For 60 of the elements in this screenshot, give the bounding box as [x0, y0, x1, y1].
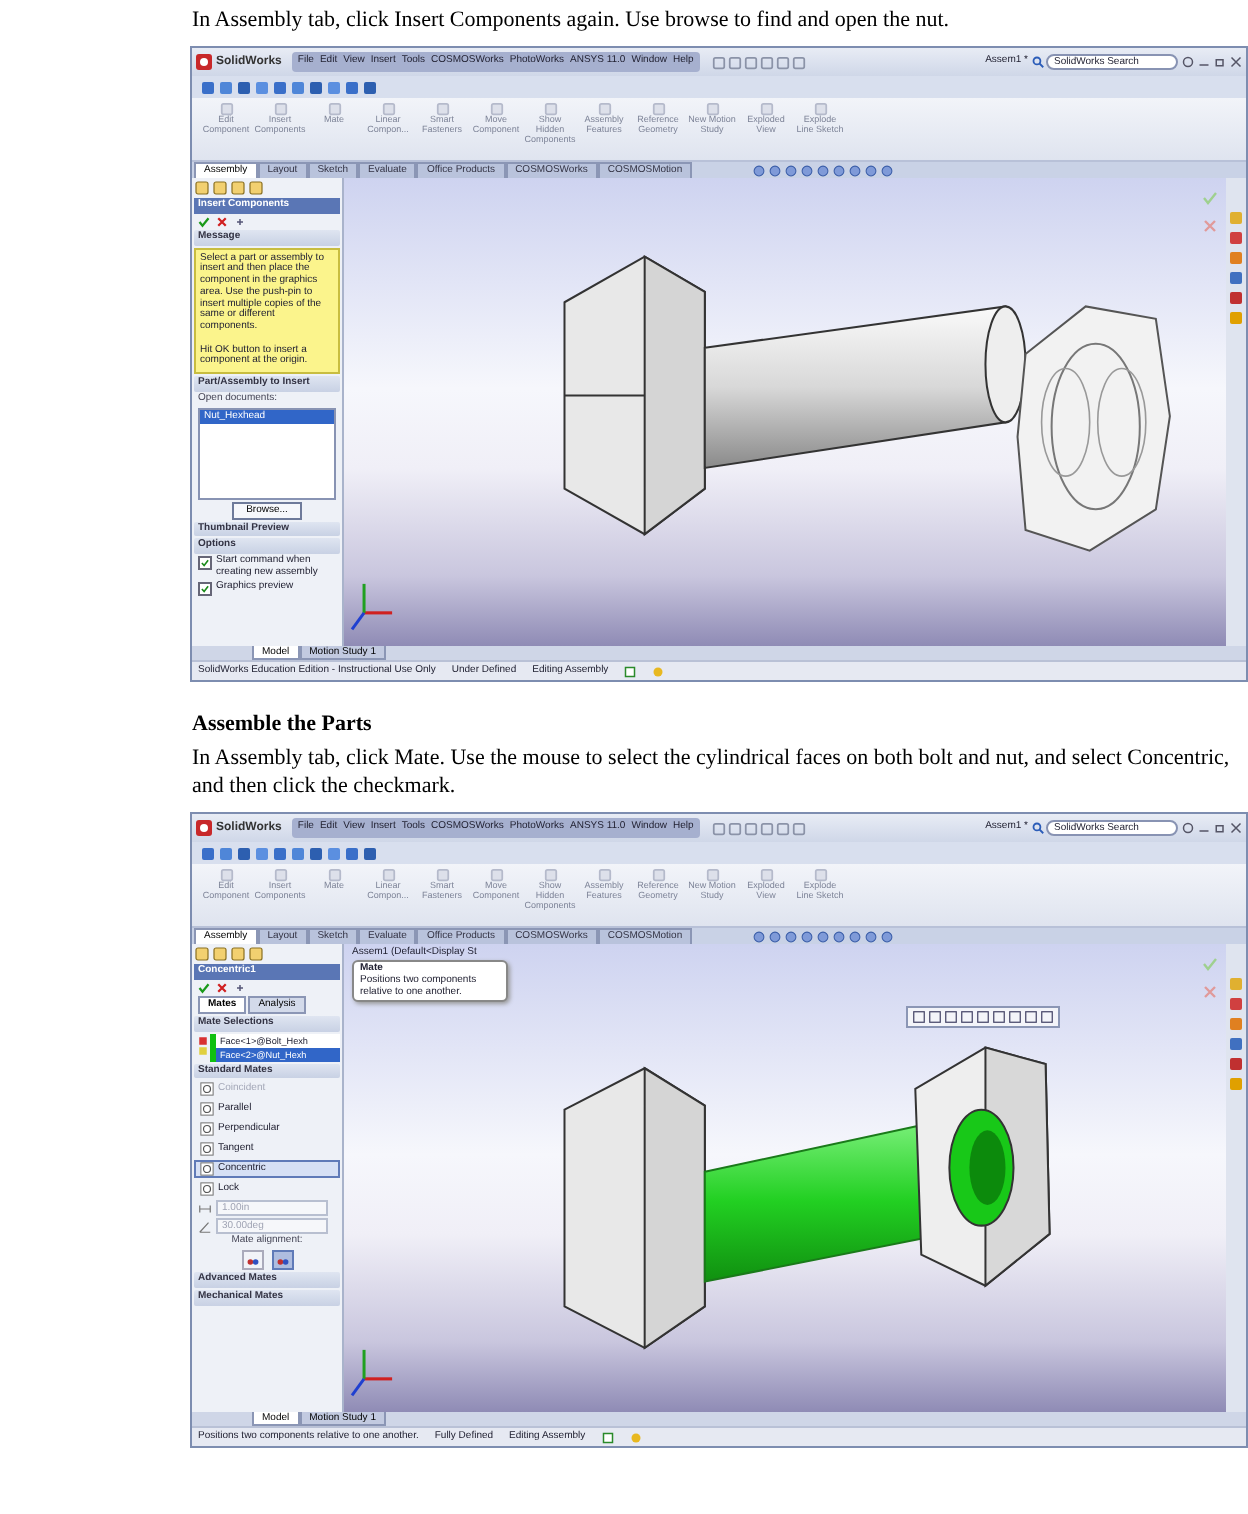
restore-icon[interactable] [1214, 822, 1226, 834]
mate-icon [200, 1162, 214, 1177]
search-icon [1032, 822, 1044, 834]
search-icon [1032, 56, 1044, 68]
section-heading: Assemble the Parts [192, 710, 374, 738]
command-icon [813, 868, 827, 882]
command-icon [705, 102, 719, 116]
command-icon [381, 868, 395, 882]
ok-icon[interactable] [198, 981, 210, 994]
mate-icon [200, 1182, 214, 1197]
command-icon [489, 868, 503, 882]
command-icon [543, 868, 557, 882]
alignment-button[interactable] [241, 1250, 263, 1270]
cancel-icon[interactable] [216, 981, 228, 994]
command-icon [651, 102, 665, 116]
close-icon[interactable] [1230, 56, 1242, 68]
logo-icon [196, 54, 212, 70]
restore-icon[interactable] [1214, 56, 1226, 68]
command-icon [435, 868, 449, 882]
logo-icon [196, 820, 212, 836]
command-icon [219, 102, 233, 116]
command-icon [597, 868, 611, 882]
axis-triad-icon [350, 1349, 393, 1397]
pin-icon[interactable] [234, 215, 246, 228]
command-icon [651, 868, 665, 882]
command-icon [759, 102, 773, 116]
selection-icon [198, 1033, 208, 1057]
angle-icon [198, 1219, 212, 1234]
command-icon [489, 102, 503, 116]
command-icon [597, 102, 611, 116]
command-icon [813, 102, 827, 116]
close-icon[interactable] [1230, 822, 1242, 834]
status-icon[interactable] [601, 1431, 614, 1443]
status-icon[interactable] [624, 665, 637, 677]
checkbox[interactable] [198, 581, 212, 595]
command-icon [435, 102, 449, 116]
command-icon [273, 102, 287, 116]
command-icon [327, 868, 341, 882]
cancel-icon[interactable] [216, 215, 228, 228]
pin-icon[interactable] [234, 981, 246, 994]
distance-icon [198, 1201, 212, 1216]
instruction-text: In Assembly tab, click Mate. Use the mouse to select the cylindrical faces on both bolt and nut, and select Concentric, and then click the checkmark. [192, 744, 1232, 800]
command-icon [273, 868, 287, 882]
command-icon [219, 868, 233, 882]
mate-icon [200, 1082, 214, 1097]
help-icon[interactable] [1182, 56, 1194, 68]
mate-icon [200, 1142, 214, 1157]
mate-icon [200, 1122, 214, 1137]
ok-icon[interactable] [198, 215, 210, 228]
command-icon [543, 102, 557, 116]
checkbox[interactable] [198, 556, 212, 570]
command-icon [759, 868, 773, 882]
alignment-button[interactable] [271, 1250, 293, 1270]
instruction-text: In Assembly tab, click Insert Components again. Use browse to find and open the nut. [192, 6, 952, 34]
mate-icon [200, 1102, 214, 1117]
axis-triad-icon [350, 583, 393, 631]
command-icon [705, 868, 719, 882]
help-icon[interactable] [1182, 822, 1194, 834]
command-icon [327, 102, 341, 116]
command-icon [381, 102, 395, 116]
